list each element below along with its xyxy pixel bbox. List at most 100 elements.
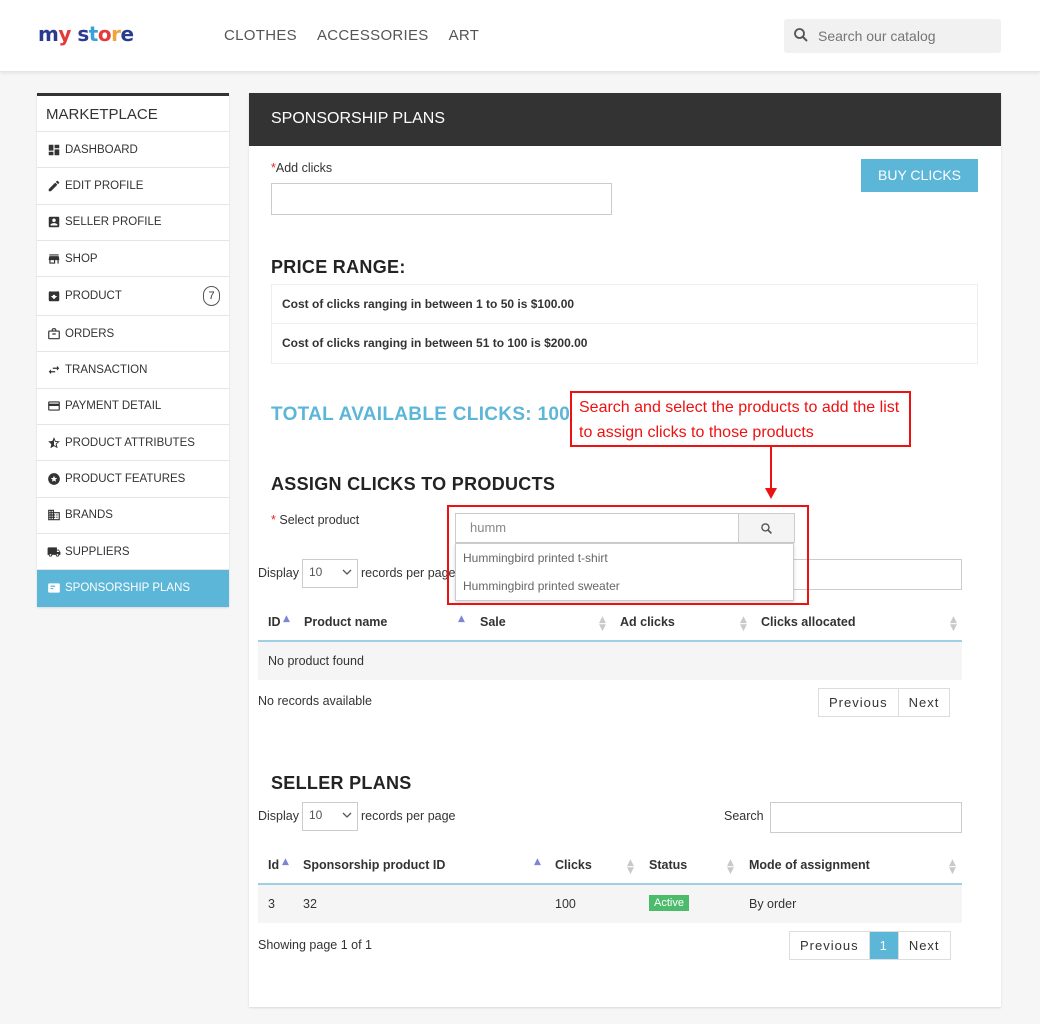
col-id[interactable]: Id	[268, 858, 279, 872]
search-label: Search	[724, 809, 764, 823]
page-info: Showing page 1 of 1	[258, 938, 372, 952]
logo-letter: e	[120, 22, 134, 46]
cell-clicks: 100	[555, 897, 576, 911]
sidebar-item-label: PRODUCT ATTRIBUTES	[65, 436, 195, 449]
page-title: SPONSORSHIP PLANS	[249, 93, 1001, 146]
price-range-title: PRICE RANGE:	[271, 257, 406, 277]
col-ad-clicks[interactable]: Ad clicks	[620, 615, 675, 629]
dashboard-icon	[48, 144, 60, 155]
logo-letter: o	[97, 22, 112, 46]
catalog-search-input[interactable]	[818, 25, 988, 47]
annotation-arrow	[765, 447, 777, 499]
chevron-down-icon	[342, 812, 352, 818]
nav-art[interactable]: ART	[449, 27, 480, 44]
logo-letter: s	[77, 22, 89, 46]
annotation-highlight-box	[447, 505, 809, 605]
next-button[interactable]: Next	[899, 932, 950, 959]
col-clicks[interactable]: Clicks	[555, 858, 592, 872]
sidebar-item-product-features[interactable]: PRODUCT FEATURES	[37, 461, 229, 498]
chevron-down-icon	[342, 569, 352, 575]
col-mode-of-assignment[interactable]: Mode of assignment	[749, 858, 870, 872]
records-per-page-select[interactable]: 10	[302, 559, 358, 588]
sort-icon[interactable]: ▲ ▼	[727, 859, 734, 876]
sort-asc-icon[interactable]: ▲	[458, 615, 465, 624]
sidebar-item-product-attributes[interactable]: PRODUCT ATTRIBUTES	[37, 425, 229, 462]
sidebar-item-orders[interactable]: ORDERS	[37, 316, 229, 353]
credit-card-icon	[48, 401, 60, 412]
sidebar-item-label: EDIT PROFILE	[65, 179, 144, 192]
price-row: Cost of clicks ranging in between 1 to 5…	[272, 285, 977, 324]
seller-plans-title: SELLER PLANS	[271, 773, 412, 793]
catalog-search[interactable]	[784, 19, 1001, 53]
sidebar-item-edit-profile[interactable]: EDIT PROFILE	[37, 168, 229, 205]
col-status[interactable]: Status	[649, 858, 687, 872]
sidebar-item-seller-profile[interactable]: SELLER PROFILE	[37, 205, 229, 241]
select-product-label: * Select product	[271, 513, 359, 527]
price-range-list: Cost of clicks ranging in between 1 to 5…	[271, 284, 978, 364]
add-clicks-input[interactable]	[271, 183, 612, 215]
seller-records-per-page-select[interactable]: 10	[302, 802, 358, 831]
sidebar-item-label: SHOP	[65, 252, 98, 265]
store-logo[interactable]: my store	[38, 22, 134, 46]
required-mark: *	[271, 513, 276, 527]
previous-button[interactable]: Previous	[790, 932, 870, 959]
total-available-clicks: TOTAL AVAILABLE CLICKS: 100	[271, 404, 571, 425]
seller-pagination: Previous 1 Next	[789, 931, 951, 960]
sidebar-item-label: BRANDS	[65, 509, 113, 522]
nav-clothes[interactable]: CLOTHES	[224, 27, 297, 44]
buy-clicks-button[interactable]: BUY CLICKS	[861, 159, 978, 192]
col-id[interactable]: ID	[268, 615, 281, 629]
records-per-page-value: 10	[309, 808, 323, 822]
annotation-callout: Search and select the products to add th…	[570, 391, 911, 447]
cell-id: 3	[268, 897, 275, 911]
records-info: No records available	[258, 694, 372, 708]
search-icon[interactable]	[792, 26, 810, 44]
sort-icon[interactable]: ▲ ▼	[627, 859, 634, 876]
display-label: Display	[258, 809, 299, 823]
seller-table-search-input[interactable]	[770, 802, 962, 833]
page-1-button[interactable]: 1	[869, 932, 899, 959]
sidebar-item-label: PRODUCT FEATURES	[65, 473, 186, 486]
col-sale[interactable]: Sale	[480, 615, 506, 629]
sort-icon[interactable]: ▲ ▼	[740, 616, 747, 633]
col-clicks-allocated[interactable]: Clicks allocated	[761, 615, 856, 629]
next-button[interactable]: Next	[899, 689, 950, 716]
nav-accessories[interactable]: ACCESSORIES	[317, 27, 429, 44]
sidebar-item-suppliers[interactable]: SUPPLIERS	[37, 534, 229, 571]
sort-icon[interactable]: ▲ ▼	[950, 616, 957, 633]
records-per-page-label: records per page	[361, 566, 456, 580]
logo-letter: m	[38, 22, 59, 46]
table-row	[258, 885, 962, 923]
sidebar-item-label: SELLER PROFILE	[65, 216, 162, 229]
sidebar-item-label: ORDERS	[65, 327, 115, 340]
star-half-icon	[48, 436, 60, 448]
col-sponsorship-product-id[interactable]: Sponsorship product ID	[303, 858, 445, 872]
sidebar-item-shop[interactable]: SHOP	[37, 241, 229, 278]
select-product-label-text: Select product	[279, 513, 360, 527]
sidebar-item-label: PAYMENT DETAIL	[65, 400, 162, 413]
previous-button[interactable]: Previous	[819, 689, 899, 716]
assign-clicks-title: ASSIGN CLICKS TO PRODUCTS	[271, 474, 556, 494]
sort-icon[interactable]: ▲ ▼	[599, 616, 606, 633]
assign-pagination: Previous Next	[818, 688, 951, 717]
price-row: Cost of clicks ranging in between 51 to …	[282, 336, 588, 350]
sidebar-item-product[interactable]: PRODUCT 7	[37, 277, 229, 317]
col-product-name[interactable]: Product name	[304, 615, 387, 629]
sidebar-item-transaction[interactable]: TRANSACTION	[37, 352, 229, 389]
briefcase-icon	[48, 327, 60, 340]
sort-asc-icon[interactable]: ▲	[283, 615, 290, 624]
swap-icon	[48, 366, 60, 375]
account-box-icon	[48, 216, 60, 228]
sidebar-item-dashboard[interactable]: DASHBOARD	[37, 132, 229, 169]
logo-letter: t	[88, 22, 99, 46]
status-badge: Active	[649, 895, 689, 911]
sidebar-item-sponsorship-plans[interactable]: SPONSORSHIP PLANS	[37, 570, 229, 607]
sort-asc-icon[interactable]: ▲	[282, 858, 289, 867]
assign-table-search-input[interactable]	[791, 559, 962, 590]
sort-asc-icon[interactable]: ▲	[534, 858, 541, 867]
empty-message: No product found	[268, 654, 364, 668]
sidebar-item-brands[interactable]: BRANDS	[37, 498, 229, 534]
sort-icon[interactable]: ▲ ▼	[949, 859, 956, 876]
cell-mode: By order	[749, 897, 797, 911]
sidebar-item-payment-detail[interactable]: PAYMENT DETAIL	[37, 389, 229, 426]
